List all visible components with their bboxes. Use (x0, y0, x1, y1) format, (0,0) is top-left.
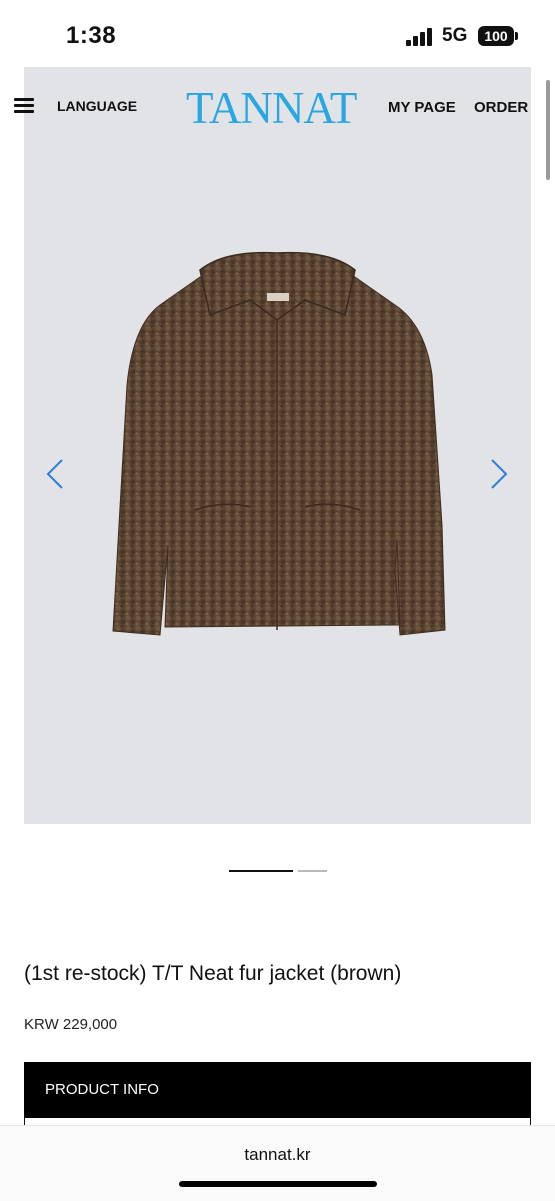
my-page-link[interactable]: MY PAGE (388, 99, 456, 116)
status-bar: 1:38 5G 100 (0, 0, 555, 70)
home-indicator (179, 1181, 377, 1187)
jacket-image (112, 251, 446, 636)
carousel-indicator-active[interactable] (229, 870, 293, 872)
carousel-next-icon[interactable] (488, 458, 510, 490)
site-logo[interactable]: TANNAT (186, 82, 357, 134)
product-info-tab[interactable]: PRODUCT INFO (24, 1062, 531, 1118)
url-text[interactable]: tannat.kr (0, 1145, 555, 1165)
carousel-indicator[interactable] (298, 870, 327, 872)
hamburger-menu-icon[interactable] (14, 98, 34, 114)
scroll-indicator (546, 80, 550, 180)
status-time: 1:38 (66, 22, 117, 49)
carousel-prev-icon[interactable] (44, 458, 66, 490)
battery-tip (515, 32, 518, 40)
network-label: 5G (442, 25, 468, 46)
battery-icon: 100 (478, 26, 514, 46)
product-title: (1st re-stock) T/T Neat fur jacket (brow… (24, 962, 402, 985)
browser-address-bar[interactable]: tannat.kr (0, 1125, 555, 1201)
product-info-label: PRODUCT INFO (45, 1081, 159, 1098)
signal-icon (406, 28, 434, 46)
language-link[interactable]: LANGUAGE (57, 98, 137, 114)
product-price: KRW 229,000 (24, 1016, 118, 1033)
order-link[interactable]: ORDER (474, 99, 528, 116)
